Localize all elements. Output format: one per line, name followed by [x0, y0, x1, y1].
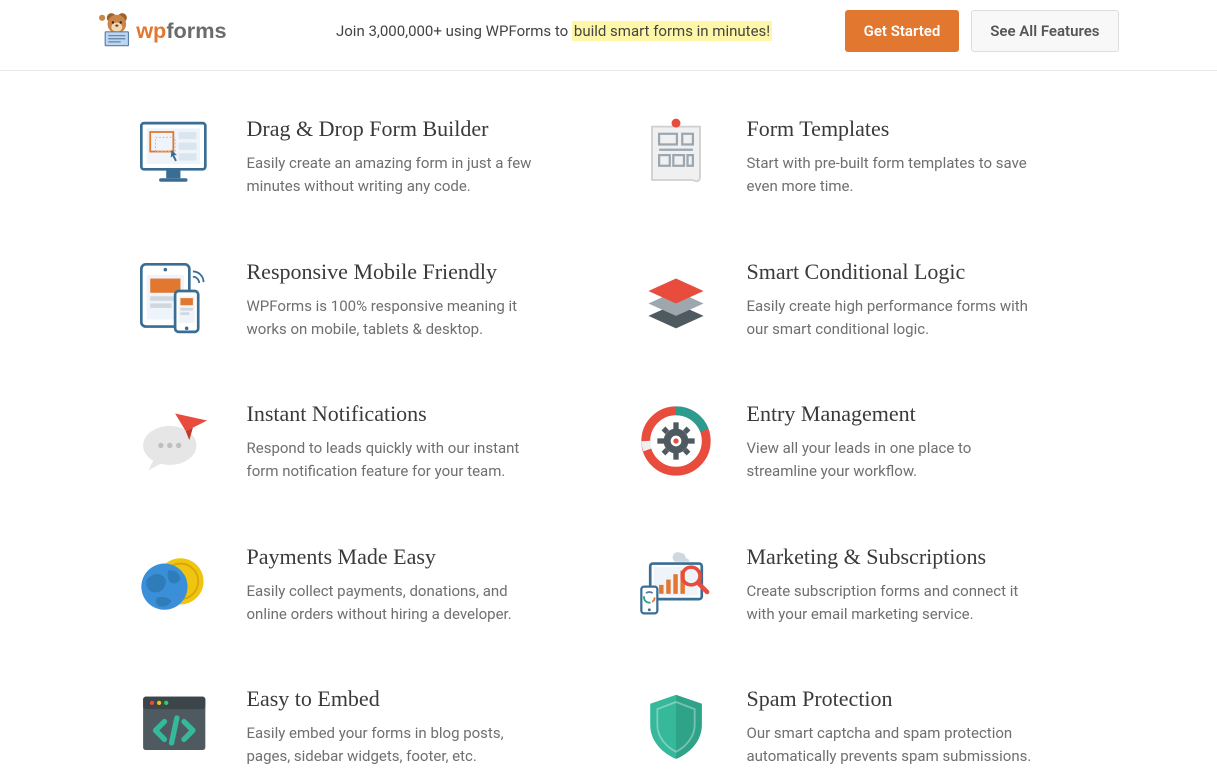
- features-grid: Drag & Drop Form Builder Easily create a…: [134, 116, 1084, 769]
- feature-drag-drop: Drag & Drop Form Builder Easily create a…: [134, 116, 584, 199]
- feature-desc: Respond to leads quickly with our instan…: [247, 437, 537, 484]
- see-all-features-button[interactable]: See All Features: [971, 10, 1118, 52]
- feature-desc: Easily collect payments, donations, and …: [247, 580, 537, 627]
- feature-title: Form Templates: [747, 116, 1037, 142]
- feature-desc: Easily create an amazing form in just a …: [247, 152, 537, 199]
- feature-title: Drag & Drop Form Builder: [247, 116, 537, 142]
- feature-entry-management: is Entry Management View all your leads …: [634, 401, 1084, 484]
- header-actions: Get Started See All Features: [845, 10, 1119, 52]
- stacked-layers-icon: [634, 259, 719, 339]
- chat-paper-plane-icon: [134, 401, 219, 481]
- feature-desc: WPForms is 100% responsive meaning it wo…: [247, 295, 537, 342]
- svg-text:wpforms: wpforms: [135, 18, 226, 43]
- feature-title: Responsive Mobile Friendly: [247, 259, 537, 285]
- analytics-monitor-icon: [634, 544, 719, 624]
- feature-conditional-logic: Smart Conditional Logic Easily create hi…: [634, 259, 1084, 342]
- shield-icon: [634, 686, 719, 766]
- feature-embed: Easy to Embed Easily embed your forms in…: [134, 686, 584, 769]
- tagline-highlight: build smart forms in minutes!: [572, 21, 772, 41]
- globe-coin-icon: $: [134, 544, 219, 624]
- feature-payments: $ Payments Made Easy Easily collect paym…: [134, 544, 584, 627]
- feature-desc: Start with pre-built form templates to s…: [747, 152, 1037, 199]
- wpforms-logo[interactable]: wpforms: [99, 10, 254, 52]
- feature-title: Marketing & Subscriptions: [747, 544, 1037, 570]
- feature-desc: Easily embed your forms in blog posts, p…: [247, 722, 537, 769]
- wpforms-logo-icon: wpforms: [99, 10, 254, 52]
- feature-desc: View all your leads in one place to stre…: [747, 437, 1037, 484]
- feature-title: Easy to Embed: [247, 686, 537, 712]
- feature-desc: Easily create high performance forms wit…: [747, 295, 1037, 342]
- feature-title: Payments Made Easy: [247, 544, 537, 570]
- feature-templates: Form Templates Start with pre-built form…: [634, 116, 1084, 199]
- feature-title: Instant Notifications: [247, 401, 537, 427]
- feature-desc: Our smart captcha and spam protection au…: [747, 722, 1037, 769]
- monitor-form-builder-icon: [134, 116, 219, 196]
- code-window-icon: [134, 686, 219, 766]
- feature-marketing: Marketing & Subscriptions Create subscri…: [634, 544, 1084, 627]
- tablet-phone-icon: [134, 259, 219, 339]
- feature-notifications: Instant Notifications Respond to leads q…: [134, 401, 584, 484]
- feature-spam-protection: Spam Protection Our smart captcha and sp…: [634, 686, 1084, 769]
- feature-desc: Create subscription forms and connect it…: [747, 580, 1037, 627]
- page-header: wpforms Join 3,000,000+ using WPForms to…: [0, 0, 1217, 71]
- header-tagline: Join 3,000,000+ using WPForms to build s…: [294, 22, 815, 40]
- tagline-prefix: Join 3,000,000+ using WPForms to: [336, 22, 572, 40]
- feature-responsive: Responsive Mobile Friendly WPForms is 10…: [134, 259, 584, 342]
- templates-icon: [634, 116, 719, 196]
- header-inner: wpforms Join 3,000,000+ using WPForms to…: [99, 10, 1119, 52]
- feature-title: Smart Conditional Logic: [747, 259, 1037, 285]
- gear-ring-icon: is: [634, 401, 719, 481]
- feature-title: Spam Protection: [747, 686, 1037, 712]
- feature-title: Entry Management: [747, 401, 1037, 427]
- get-started-button[interactable]: Get Started: [845, 10, 960, 52]
